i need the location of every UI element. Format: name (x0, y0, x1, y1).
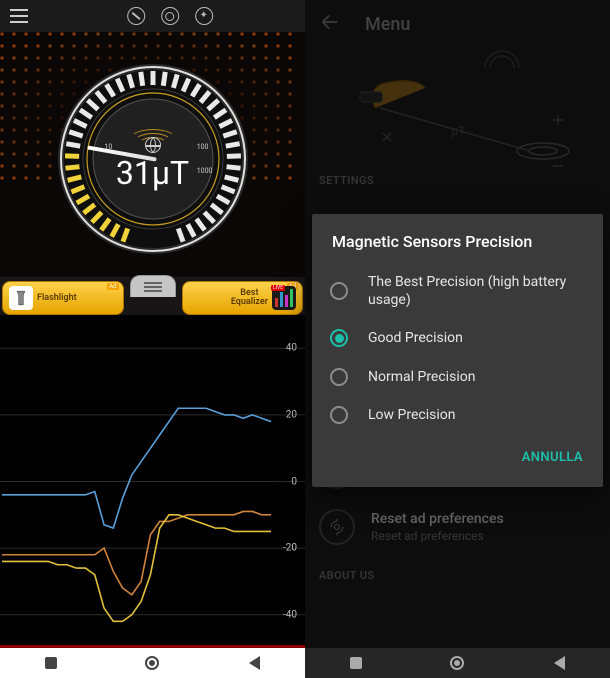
chart-y-label: 0 (291, 476, 297, 487)
precision-option[interactable]: Low Precision (324, 396, 591, 434)
gauge-scale-100: 100 (197, 143, 209, 151)
gauge: 10 100 1000 31µT (53, 59, 253, 259)
dialog-cancel-button[interactable]: ANNULLA (516, 442, 589, 473)
chart-y-label: 20 (286, 409, 297, 420)
drawer-handle[interactable] (130, 275, 176, 297)
nav-back-button[interactable] (245, 654, 263, 672)
radio-icon (330, 368, 348, 386)
field-history-chart: 40 20 0 -20 -40 (0, 315, 305, 648)
mode-icon-3[interactable] (195, 7, 213, 25)
left-top-bar (0, 0, 305, 32)
gauge-area: 10 100 1000 31µT (0, 32, 305, 277)
chart-series-axis-yellow (2, 515, 271, 622)
menu-screen: Menu µT S (305, 0, 610, 678)
ad-equalizer-label: Best Equalizer (231, 289, 268, 307)
nav-recent-button[interactable] (347, 654, 365, 672)
nav-recent-button[interactable] (42, 654, 60, 672)
ad-flashlight-label: Flashlight (37, 294, 77, 303)
precision-dialog: Magnetic Sensors Precision The Best Prec… (312, 214, 603, 487)
radio-icon (330, 282, 348, 300)
mode-icon-1[interactable] (127, 7, 145, 25)
precision-option[interactable]: The Best Precision (high battery usage) (324, 263, 591, 319)
mode-icon-2[interactable] (161, 7, 179, 25)
globe-icon (145, 137, 161, 153)
hamburger-menu-button[interactable] (8, 5, 30, 27)
equalizer-icon: LIVE (272, 286, 296, 310)
radio-icon (330, 406, 348, 424)
chart-y-label: -40 (283, 609, 297, 620)
nav-back-button[interactable] (550, 654, 568, 672)
radio-icon (330, 329, 348, 347)
dialog-title: Magnetic Sensors Precision (312, 214, 603, 257)
chart-y-label: -20 (283, 543, 297, 554)
ad-equalizer-button[interactable]: Ad Best Equalizer LIVE (182, 281, 304, 315)
gauge-scale-1000: 1000 (197, 167, 213, 175)
precision-option[interactable]: Good Precision (324, 319, 591, 357)
metal-detector-screen: 10 100 1000 31µT Ad Flashlight Ad Best E… (0, 0, 305, 678)
nav-home-button[interactable] (143, 654, 161, 672)
chart-series-axis-blue (2, 408, 271, 528)
precision-option-label: Good Precision (368, 329, 463, 347)
precision-option-label: Normal Precision (368, 368, 475, 386)
flashlight-icon (9, 286, 33, 310)
nav-home-button[interactable] (448, 654, 466, 672)
precision-option-label: The Best Precision (high battery usage) (368, 273, 585, 309)
chart-series-axis-orange (2, 511, 271, 594)
precision-option-label: Low Precision (368, 406, 455, 424)
ad-badge: Ad (107, 283, 118, 290)
android-nav-bar-right (305, 648, 610, 678)
live-badge: LIVE (271, 285, 285, 291)
chart-y-label: 40 (286, 343, 297, 354)
android-nav-bar-left (0, 648, 305, 678)
ad-flashlight-button[interactable]: Ad Flashlight (2, 281, 124, 315)
precision-option[interactable]: Normal Precision (324, 358, 591, 396)
gauge-reading: 31µT (116, 154, 189, 192)
